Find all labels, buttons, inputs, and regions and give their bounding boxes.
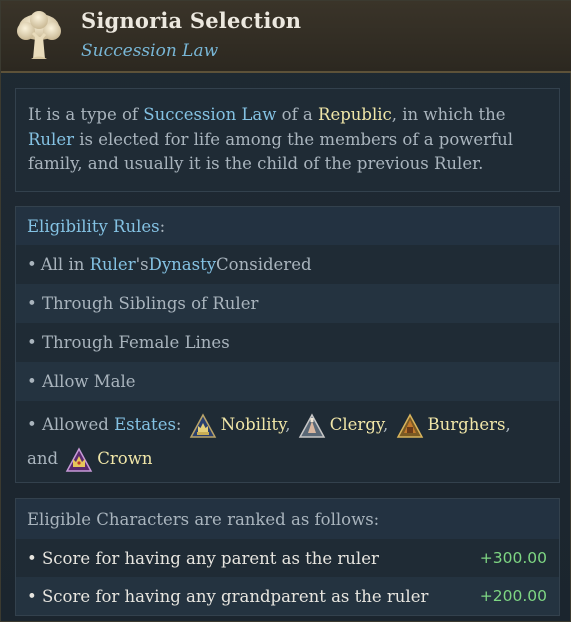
description-text: of a [276, 105, 319, 124]
ranking-row: • Score for having any grandparent as th… [16, 577, 559, 615]
estate-clergy[interactable]: Clergy [330, 415, 383, 434]
separator: , [505, 415, 511, 434]
tree-icon [17, 11, 61, 59]
tooltip-header: Signoria Selection Succession Law [1, 1, 571, 73]
rule-allowed-estates: • Allowed Estates: Nobility, Clergy, Bur… [27, 408, 551, 442]
ranking-row: • Score for having any parent as the rul… [16, 539, 559, 577]
description-text: , in which the [391, 105, 506, 124]
rule-text: 's [135, 255, 149, 274]
rule-text: : [175, 415, 182, 434]
eligibility-rules-box: Eligibility Rules: • All in Ruler's Dynas… [15, 206, 560, 483]
ruler-link[interactable]: Ruler [90, 255, 136, 274]
ranking-label: • Score for having any grandparent as th… [27, 586, 429, 606]
separator: , [383, 415, 389, 434]
page-title: Signoria Selection [81, 8, 302, 33]
estate-crown[interactable]: Crown [97, 449, 152, 468]
bullet: • [27, 255, 37, 274]
eligibility-rules-link[interactable]: Eligibility Rules [27, 217, 160, 236]
rule-text: All in [40, 255, 85, 274]
ranking-heading: Eligible Characters are ranked as follow… [16, 499, 559, 539]
republic-link[interactable]: Republic [318, 105, 392, 124]
rule-allowed-estates-cont: and Crown [27, 442, 551, 476]
rule-female-lines: • Through Female Lines [27, 333, 230, 352]
heading-colon: : [159, 216, 166, 236]
ranking-label: • Score for having any parent as the rul… [27, 548, 379, 568]
ranking-value: +200.00 [479, 587, 547, 605]
rule-text: Considered [216, 255, 312, 274]
dynasty-link[interactable]: Dynasty [149, 255, 216, 274]
rule-text: • Allowed [27, 415, 115, 434]
nobility-icon [189, 412, 216, 438]
succession-law-link[interactable]: Succession Law [143, 105, 276, 124]
burghers-icon [396, 412, 423, 438]
rule-dynasty: • All in Ruler's Dynasty Considered [16, 245, 559, 284]
estates-link[interactable]: Estates [114, 415, 176, 434]
estate-nobility[interactable]: Nobility [221, 415, 286, 434]
rule-siblings: • Through Siblings of Ruler [16, 284, 559, 323]
crown-icon [66, 446, 93, 472]
rule-text: and [27, 449, 59, 468]
description-box: It is a type of Succession Law of a Repu… [15, 88, 560, 192]
estate-burghers[interactable]: Burghers [428, 415, 506, 434]
clergy-icon [298, 412, 326, 438]
separator: , [285, 415, 291, 434]
eligibility-heading: Eligibility Rules: [16, 207, 559, 245]
page-subtitle: Succession Law [81, 41, 219, 61]
description-text: is elected for life among the members of… [28, 129, 514, 174]
ranking-box: Eligible Characters are ranked as follow… [15, 498, 560, 616]
ranking-value: +300.00 [479, 549, 547, 567]
ruler-link[interactable]: Ruler [28, 130, 74, 149]
tooltip-panel: Signoria Selection Succession Law It is … [0, 0, 571, 622]
description-text: It is a type of [28, 105, 144, 124]
rule-allow-male: • Allow Male [16, 362, 559, 401]
